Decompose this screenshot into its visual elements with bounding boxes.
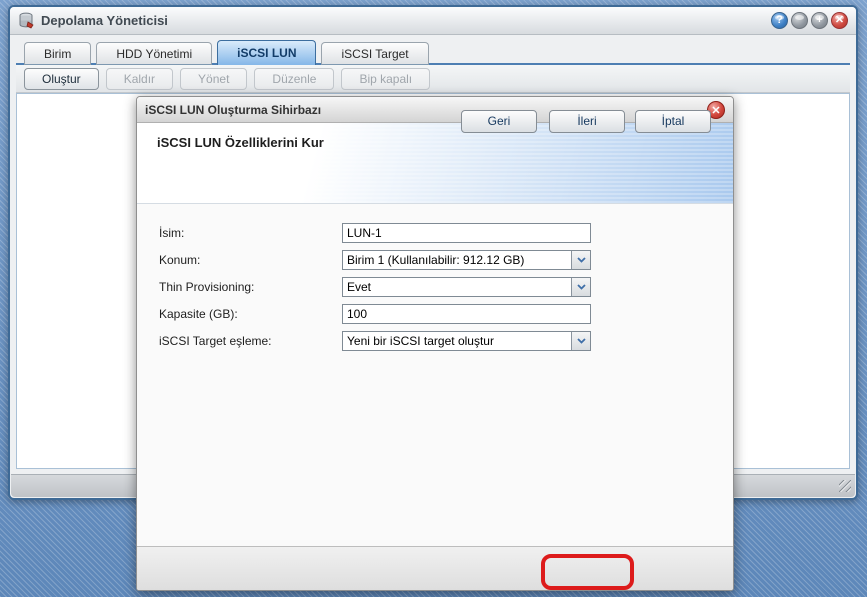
help-glyph: ?	[776, 15, 783, 26]
chevron-down-icon[interactable]	[571, 278, 590, 296]
iscsi-lun-wizard-dialog: iSCSI LUN Oluşturma Sihirbazı ✕ iSCSI LU…	[136, 96, 734, 591]
form-row-capacity: Kapasite (GB):	[159, 300, 711, 327]
lun-properties-form: İsim: Konum: Birim 1 (Kullanılabilir: 91…	[159, 219, 711, 354]
next-button[interactable]: İleri	[549, 110, 625, 133]
edit-button: Düzenle	[254, 68, 334, 90]
close-glyph: ✕	[835, 15, 844, 26]
dialog-close-glyph: ✕	[711, 104, 720, 117]
resize-grip-icon[interactable]	[839, 480, 851, 492]
chevron-down-icon[interactable]	[571, 251, 590, 269]
minimize-icon[interactable]	[791, 12, 808, 29]
desktop: { "window": { "title": "Depolama Yönetic…	[0, 0, 867, 597]
manage-button: Yönet	[180, 68, 247, 90]
cancel-button[interactable]: İptal	[635, 110, 711, 133]
location-label: Konum:	[159, 253, 342, 267]
maximize-glyph: +	[816, 15, 822, 26]
capacity-field[interactable]	[342, 304, 591, 324]
window-controls: ? + ✕	[771, 12, 848, 29]
name-field[interactable]	[342, 223, 591, 243]
dialog-footer	[137, 546, 733, 590]
back-button[interactable]: Geri	[461, 110, 537, 133]
form-row-target-mapping: iSCSI Target eşleme: Yeni bir iSCSI targ…	[159, 327, 711, 354]
form-row-name: İsim:	[159, 219, 711, 246]
window-title: Depolama Yöneticisi	[41, 13, 168, 28]
name-label: İsim:	[159, 226, 342, 240]
remove-button: Kaldır	[106, 68, 173, 90]
target-mapping-select-value: Yeni bir iSCSI target oluştur	[343, 334, 571, 348]
tab-iscsi-lun[interactable]: iSCSI LUN	[217, 40, 316, 65]
location-select[interactable]: Birim 1 (Kullanılabilir: 912.12 GB)	[342, 250, 591, 270]
tab-hdd-yonetimi[interactable]: HDD Yönetimi	[96, 42, 212, 65]
form-row-thin-provisioning: Thin Provisioning: Evet	[159, 273, 711, 300]
maximize-icon[interactable]: +	[811, 12, 828, 29]
tab-strip: Birim HDD Yönetimi iSCSI LUN iSCSI Targe…	[24, 40, 429, 65]
storage-disks-icon	[18, 12, 35, 29]
thin-provisioning-select-value: Evet	[343, 280, 571, 294]
dialog-title: iSCSI LUN Oluşturma Sihirbazı	[145, 103, 321, 117]
chevron-down-icon[interactable]	[571, 332, 590, 350]
form-row-location: Konum: Birim 1 (Kullanılabilir: 912.12 G…	[159, 246, 711, 273]
toolbar: Oluştur Kaldır Yönet Düzenle Bip kapalı	[16, 65, 850, 93]
tab-iscsi-target[interactable]: iSCSI Target	[321, 42, 428, 65]
help-icon[interactable]: ?	[771, 12, 788, 29]
wizard-header-banner: iSCSI LUN Özelliklerini Kur	[137, 123, 733, 204]
location-select-value: Birim 1 (Kullanılabilir: 912.12 GB)	[343, 253, 571, 267]
target-mapping-select[interactable]: Yeni bir iSCSI target oluştur	[342, 331, 591, 351]
thin-provisioning-label: Thin Provisioning:	[159, 280, 342, 294]
target-mapping-label: iSCSI Target eşleme:	[159, 334, 342, 348]
thin-provisioning-select[interactable]: Evet	[342, 277, 591, 297]
tab-birim[interactable]: Birim	[24, 42, 91, 65]
create-button[interactable]: Oluştur	[24, 68, 99, 90]
beep-off-button: Bip kapalı	[341, 68, 430, 90]
window-titlebar[interactable]: Depolama Yöneticisi ? + ✕	[10, 7, 856, 35]
capacity-label: Kapasite (GB):	[159, 307, 342, 321]
window-close-icon[interactable]: ✕	[831, 12, 848, 29]
